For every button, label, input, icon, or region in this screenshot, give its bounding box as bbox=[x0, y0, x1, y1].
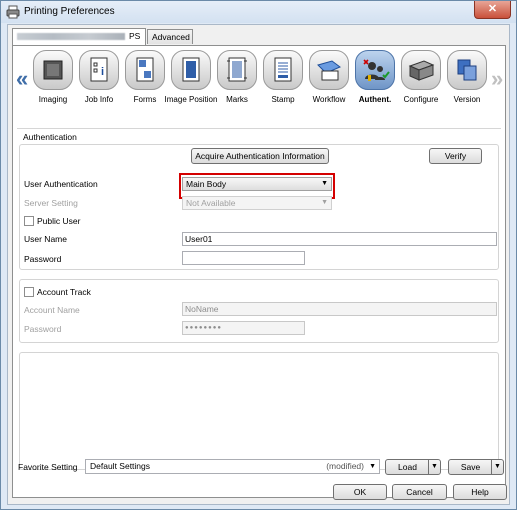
chevron-down-icon: ▼ bbox=[369, 463, 376, 470]
marks-icon bbox=[217, 50, 257, 90]
account-track-label: Account Track bbox=[37, 287, 91, 297]
password-input[interactable] bbox=[182, 251, 305, 265]
user-name-label: User Name bbox=[24, 234, 67, 244]
stamp-icon bbox=[263, 50, 303, 90]
server-setting-label: Server Setting bbox=[24, 198, 78, 208]
dialog-client-area: PS Advanced « » Imaging i Job Info Forms… bbox=[7, 24, 510, 505]
chevron-down-icon: ▼ bbox=[321, 199, 328, 206]
account-name-label: Account Name bbox=[24, 305, 80, 315]
account-track-checkbox[interactable] bbox=[24, 287, 34, 297]
toolbar-version[interactable]: Version bbox=[445, 50, 489, 104]
window-title: Printing Preferences bbox=[24, 6, 115, 17]
user-authentication-label: User Authentication bbox=[24, 179, 98, 189]
authentication-icon bbox=[355, 50, 395, 90]
load-button[interactable]: Load ▼ bbox=[385, 459, 441, 475]
toolbar-separator bbox=[17, 128, 501, 129]
help-button[interactable]: Help bbox=[453, 484, 507, 500]
configure-icon bbox=[401, 50, 441, 90]
tab-panel: « » Imaging i Job Info Forms Image Posit… bbox=[12, 45, 506, 498]
tab-ps[interactable]: PS bbox=[12, 28, 146, 45]
chevron-down-icon[interactable]: ▼ bbox=[491, 460, 503, 474]
user-authentication-dropdown[interactable]: Main Body ▼ bbox=[182, 177, 332, 191]
printer-icon bbox=[6, 5, 20, 19]
chevron-down-icon[interactable]: ▼ bbox=[428, 460, 440, 474]
job-info-icon: i bbox=[79, 50, 119, 90]
verify-button[interactable]: Verify bbox=[429, 148, 482, 164]
title-bar: Printing Preferences ✕ bbox=[1, 1, 516, 23]
authentication-section-title: Authentication bbox=[23, 132, 77, 142]
ok-button[interactable]: OK bbox=[333, 484, 387, 500]
printer-name-redacted bbox=[17, 33, 125, 41]
cancel-button[interactable]: Cancel bbox=[392, 484, 447, 500]
scroll-left-arrow[interactable]: « bbox=[16, 66, 28, 92]
server-setting-dropdown[interactable]: Not Available ▼ bbox=[182, 196, 332, 210]
save-button[interactable]: Save ▼ bbox=[448, 459, 504, 475]
close-button[interactable]: ✕ bbox=[474, 1, 511, 19]
tab-advanced[interactable]: Advanced bbox=[147, 29, 193, 44]
empty-group-area bbox=[19, 352, 499, 470]
favorite-setting-combo[interactable]: Default Settings (modified) ▼ bbox=[85, 459, 380, 474]
user-name-input[interactable]: User01 bbox=[182, 232, 497, 246]
password-label: Password bbox=[24, 254, 62, 264]
scroll-right-arrow[interactable]: » bbox=[491, 66, 503, 92]
acquire-authentication-button[interactable]: Acquire Authentication Information bbox=[191, 148, 329, 164]
account-name-input[interactable]: NoName bbox=[182, 302, 497, 316]
close-icon: ✕ bbox=[487, 3, 498, 15]
favorite-setting-label: Favorite Setting bbox=[18, 462, 78, 472]
account-password-label: Password bbox=[24, 324, 62, 334]
version-icon bbox=[447, 50, 487, 90]
public-user-checkbox[interactable] bbox=[24, 216, 34, 226]
modified-indicator: (modified) bbox=[326, 461, 364, 471]
chevron-down-icon: ▼ bbox=[321, 180, 328, 187]
forms-icon bbox=[125, 50, 165, 90]
svg-text:i: i bbox=[101, 66, 104, 78]
workflow-icon bbox=[309, 50, 349, 90]
imaging-icon bbox=[33, 50, 73, 90]
public-user-label: Public User bbox=[37, 216, 81, 226]
image-position-icon bbox=[171, 50, 211, 90]
printing-preferences-window: Printing Preferences ✕ PS Advanced « » I… bbox=[0, 0, 517, 510]
account-password-input[interactable]: ●●●●●●●● bbox=[182, 321, 305, 335]
